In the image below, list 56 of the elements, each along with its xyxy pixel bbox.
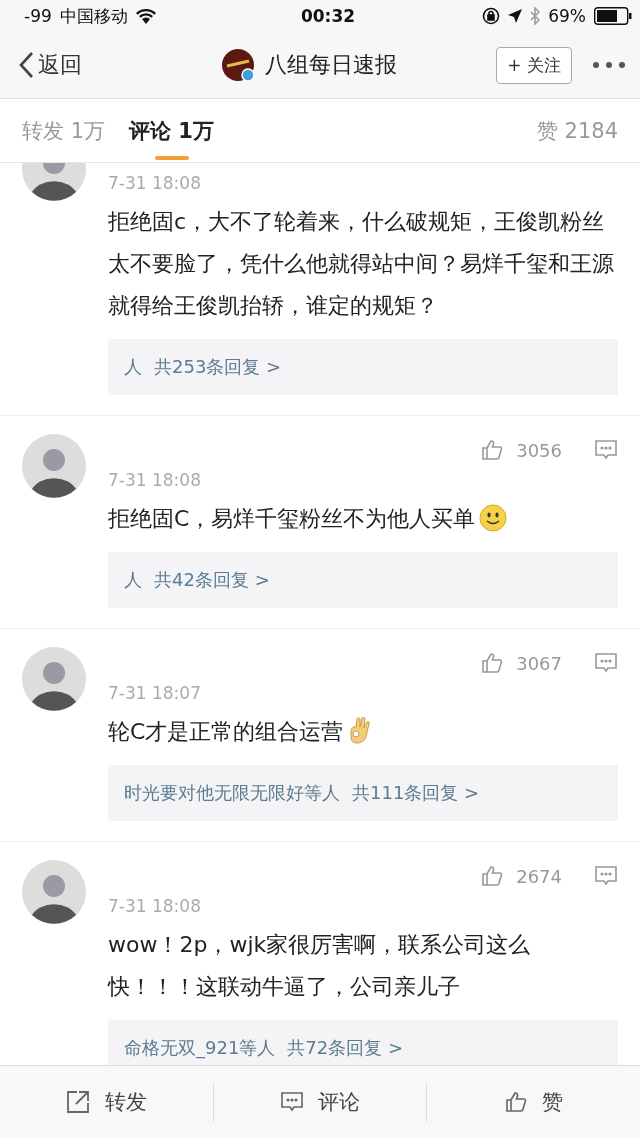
reply-authors: 命格无双_921等人 [124,1036,276,1060]
bluetooth-icon [530,7,541,25]
avatar[interactable] [22,434,86,498]
reply-count-link[interactable]: 共253条回复 > [154,355,282,379]
comment-text: 轮C才是正常的组合运营 [108,711,618,753]
tab[interactable]: 转发 1万 [22,99,106,162]
replies-preview[interactable]: 人 共42条回复 > [108,552,618,608]
like-icon[interactable] [480,651,505,675]
reply-icon[interactable] [594,439,618,461]
wifi-icon [135,8,156,24]
replies-preview[interactable]: 人 共253条回复 > [108,339,618,395]
like-count: 2674 [516,865,562,887]
comment-text: wow！2p，wjk家很厉害啊，联系公司这么快！！！这联动牛逼了，公司亲儿子 [108,931,532,1001]
reply-authors: 人 [124,568,142,592]
comment-icon [280,1091,304,1113]
likes-tab[interactable]: 赞 2184 [536,116,618,145]
share-button[interactable]: 转发 [0,1082,214,1122]
like-icon[interactable] [480,864,505,888]
carrier-name: 中国移动 [59,4,128,28]
comment-text: 拒绝固c，大不了轮着来，什么破规矩，王俊凯粉丝太不要脸了，凭什么他就得站中间？易烊千玺和王源就得给王俊凯抬轿，谁定的规矩？ [108,208,615,320]
reply-authors: 人 [124,355,142,379]
rotation-lock-icon [482,7,501,25]
like-count: 3056 [516,439,562,461]
battery-percent: 69% [548,6,586,26]
comment-time: 7-31 18:08 [108,173,202,193]
reply-count-link[interactable]: 共42条回复 > [154,568,270,592]
chevron-left-icon [18,51,34,79]
reply-count-link[interactable]: 共111条回复 > [352,781,480,805]
smiley-emoji-icon [479,504,508,532]
like-count: 3067 [516,652,562,674]
like-icon[interactable] [480,438,505,462]
follow-button[interactable]: + 关注 [496,46,572,84]
replies-preview[interactable]: 时光要对他无限无限好等人 共111条回复 > [108,765,618,821]
location-arrow-icon [508,9,523,23]
more-icon[interactable] [592,61,626,69]
replies-preview[interactable]: 命格无双_921等人 共72条回复 > [108,1020,618,1065]
signal-strength: -99 [24,6,52,26]
clock-time: 00:32 [299,6,357,26]
back-button[interactable]: 返回 [18,50,82,80]
share-icon [65,1089,92,1115]
avatar[interactable] [22,647,86,711]
comment-text: 拒绝固C，易烊千玺粉丝不为他人买单 [108,498,618,540]
account-logo-icon [221,48,256,82]
reply-count-link[interactable]: 共72条回复 > [287,1036,404,1060]
battery-icon [594,7,632,25]
like-button[interactable]: 赞 [427,1082,640,1122]
reply-icon[interactable] [594,865,618,887]
comment-button[interactable]: 评论 [213,1082,428,1122]
comment-time: 7-31 18:08 [108,470,202,490]
avatar[interactable] [22,860,86,924]
reply-authors: 时光要对他无限无限好等人 [124,781,340,805]
account-name: 八组每日速报 [265,51,398,79]
tab[interactable]: 评论 1万 [129,99,214,162]
comment-time: 7-31 18:07 [108,683,202,703]
comment-time: 7-31 18:08 [108,896,202,916]
reply-icon[interactable] [594,652,618,674]
